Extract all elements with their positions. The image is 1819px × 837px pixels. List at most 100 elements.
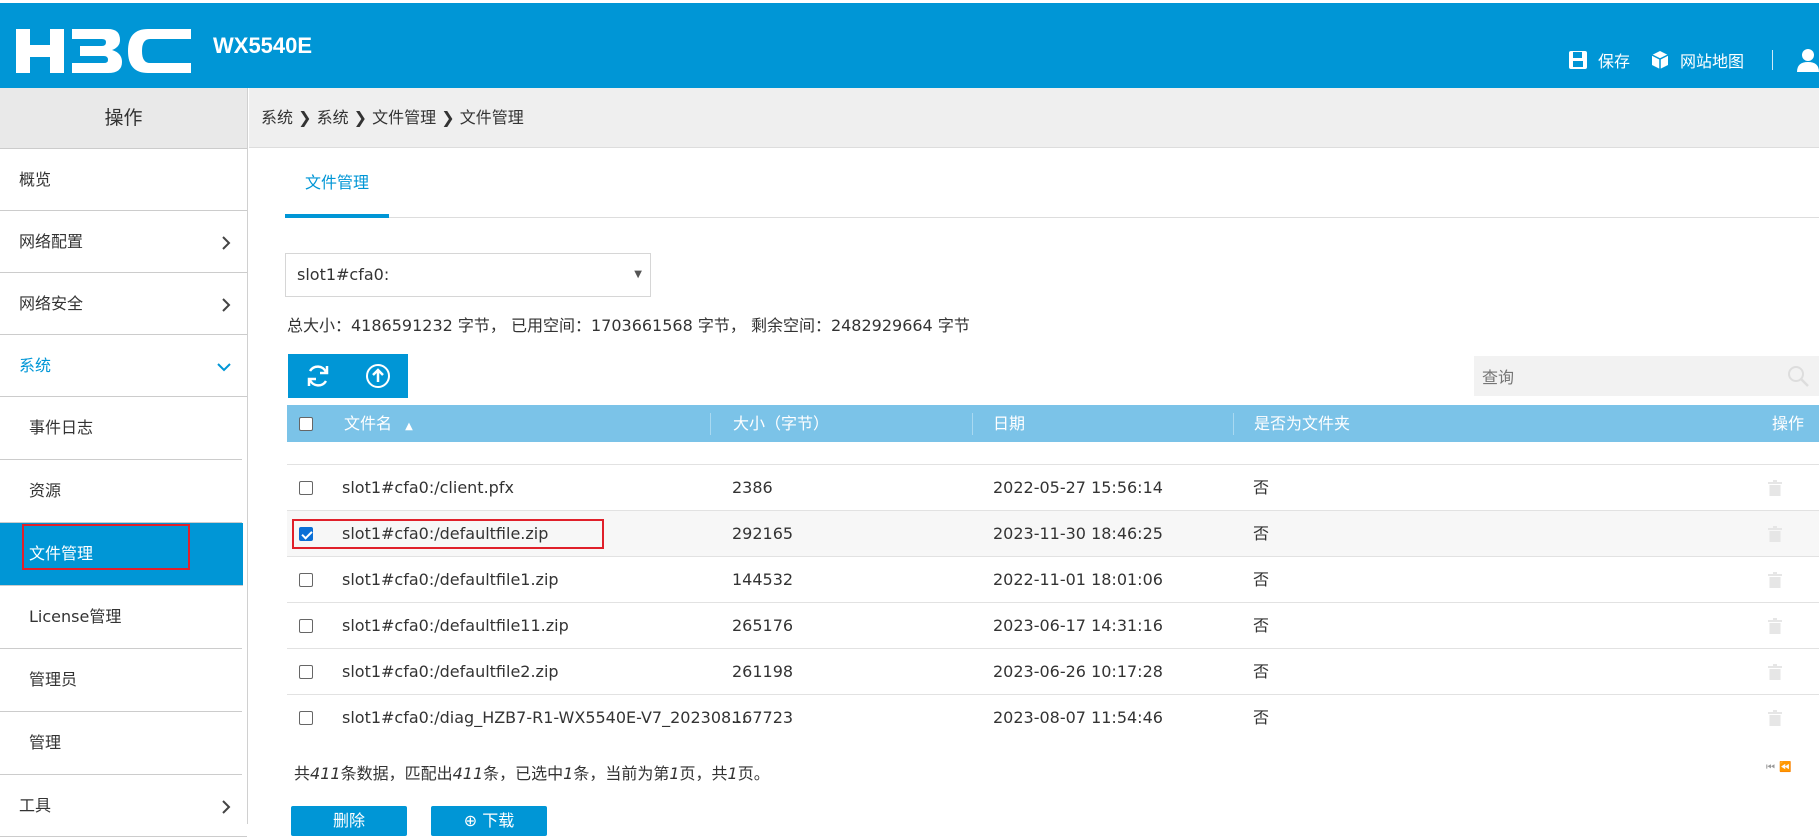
column-divider	[710, 413, 711, 435]
sidebar-item-label: 系统	[19, 356, 52, 375]
top-header: WX5540E 保存 网站地图	[0, 0, 1819, 88]
breadcrumb: 系统 ❯ 系统 ❯ 文件管理 ❯ 文件管理	[249, 88, 1819, 148]
sitemap-label: 网站地图	[1679, 52, 1744, 71]
trash-icon[interactable]	[1768, 572, 1782, 588]
search-icon[interactable]	[1786, 364, 1810, 388]
table-row[interactable]: slot1#cfa0:/defaultfile1.zip 144532 2022…	[287, 557, 1819, 603]
sidebar-item-network-security[interactable]: 网络安全	[0, 273, 247, 335]
column-header-size[interactable]: 大小（字节）	[733, 405, 829, 442]
refresh-icon	[307, 365, 329, 387]
sidebar-subitem-event-log[interactable]: 事件日志	[0, 397, 242, 460]
row-checkbox[interactable]	[299, 619, 313, 633]
file-name: slot1#cfa0:/defaultfile1.zip	[342, 570, 559, 589]
row-checkbox[interactable]	[299, 573, 313, 587]
header-actions: 保存 网站地图	[1568, 45, 1819, 75]
download-button[interactable]: ⊕ 下载	[431, 806, 547, 836]
file-is-folder: 否	[1253, 616, 1270, 635]
sidebar-item-label: 管理员	[29, 670, 78, 689]
chevron-right-icon	[221, 273, 231, 335]
highlight-box	[22, 524, 190, 570]
file-date: 2023-08-07 11:54:46	[993, 708, 1163, 727]
cube-icon	[1651, 51, 1669, 69]
file-is-folder: 否	[1253, 662, 1270, 681]
search-input[interactable]	[1474, 356, 1764, 398]
prev-page-icon[interactable]: ⏪	[1779, 762, 1795, 773]
select-all-checkbox[interactable]	[299, 417, 313, 431]
chevron-right-icon	[221, 211, 231, 273]
file-name: slot1#cfa0:/defaultfile11.zip	[342, 616, 569, 635]
sidebar-subitem-management[interactable]: 管理	[0, 712, 242, 775]
storage-select[interactable]: slot1#cfa0: ▼	[285, 253, 651, 297]
sidebar-item-label: 网络配置	[19, 232, 84, 251]
sidebar-item-tools[interactable]: 工具	[0, 775, 247, 837]
row-checkbox[interactable]	[299, 665, 313, 679]
save-button[interactable]: 保存	[1568, 48, 1630, 72]
file-size: 265176	[732, 616, 794, 635]
row-checkbox[interactable]	[299, 481, 313, 495]
file-is-folder: 否	[1253, 524, 1270, 543]
sidebar-subitem-license[interactable]: License管理	[0, 586, 242, 649]
first-page-icon[interactable]: ⏮	[1766, 762, 1779, 773]
table-body: slot1#cfa0:/client.pfx 2386 2022-05-27 1…	[287, 435, 1819, 739]
device-model: WX5540E	[213, 33, 313, 58]
search-box	[1474, 356, 1819, 398]
table-row[interactable]: slot1#cfa0:/defaultfile.zip 292165 2023-…	[287, 511, 1819, 557]
file-is-folder: 否	[1253, 708, 1270, 727]
upload-button[interactable]	[348, 354, 408, 398]
table-row[interactable]: slot1#cfa0:/defaultfile2.zip 261198 2023…	[287, 649, 1819, 695]
upload-icon	[366, 364, 390, 388]
file-date: 2022-11-01 18:01:06	[993, 570, 1163, 589]
chevron-right-icon	[221, 775, 231, 837]
file-is-folder: 否	[1253, 570, 1270, 589]
column-header-actions: 操作	[1772, 414, 1805, 433]
delete-button[interactable]: 删除	[291, 806, 407, 836]
trash-icon[interactable]	[1768, 664, 1782, 680]
table-row[interactable]: slot1#cfa0:/defaultfile11.zip 265176 202…	[287, 603, 1819, 649]
file-date: 2022-05-27 15:56:14	[993, 478, 1163, 497]
table-header: 文件名 ▲ 大小（字节） 日期 是否为文件夹 操作	[287, 405, 1819, 442]
sidebar-item-label: 概览	[19, 170, 52, 189]
highlight-box	[292, 519, 604, 549]
column-header-date[interactable]: 日期	[993, 405, 1025, 442]
trash-icon[interactable]	[1768, 618, 1782, 634]
file-size: 292165	[732, 524, 794, 543]
download-label: 下载	[482, 811, 515, 830]
trash-icon[interactable]	[1768, 526, 1782, 542]
column-header-is-folder[interactable]: 是否为文件夹	[1254, 405, 1350, 442]
sidebar-item-label: 管理	[29, 733, 62, 752]
pagination: ⏮⏪	[1766, 762, 1795, 773]
sidebar-subitem-administrators[interactable]: 管理员	[0, 649, 242, 712]
sidebar-item-system[interactable]: 系统	[0, 335, 247, 397]
total-pages: 1	[727, 764, 738, 783]
user-icon[interactable]	[1797, 48, 1819, 72]
file-size: 2386	[732, 478, 773, 497]
download-icon: ⊕	[463, 811, 478, 830]
sitemap-button[interactable]: 网站地图	[1650, 48, 1744, 72]
sidebar-item-label: 资源	[29, 481, 62, 500]
file-is-folder: 否	[1253, 478, 1270, 497]
file-date: 2023-06-17 14:31:16	[993, 616, 1163, 635]
toolbar	[288, 354, 408, 398]
sidebar-item-network-config[interactable]: 网络配置	[0, 211, 247, 273]
chevron-down-icon	[217, 335, 231, 397]
column-divider	[1233, 413, 1234, 435]
row-checkbox[interactable]	[299, 711, 313, 725]
sidebar-subitem-resources[interactable]: 资源	[0, 460, 242, 523]
sidebar: 操作 概览 网络配置 网络安全 系统 事件日志 资源 文件管理 License管…	[0, 88, 248, 837]
matched-count: 411	[452, 764, 484, 783]
table-row[interactable]: slot1#cfa0:/client.pfx 2386 2022-05-27 1…	[287, 465, 1819, 511]
header-divider	[1772, 50, 1773, 70]
trash-icon[interactable]	[1768, 710, 1782, 726]
column-header-filename[interactable]: 文件名 ▲	[344, 405, 413, 442]
sidebar-subitem-file-management[interactable]: 文件管理	[0, 523, 243, 586]
total-count: 411	[310, 764, 341, 783]
file-table: 文件名 ▲ 大小（字节） 日期 是否为文件夹 操作 slot1#cfa0:/cl…	[287, 405, 1819, 739]
tab-file-management[interactable]: 文件管理	[285, 148, 389, 218]
save-icon	[1568, 51, 1587, 69]
trash-icon[interactable]	[1768, 480, 1782, 496]
file-size: 261198	[732, 662, 794, 681]
sidebar-item-overview[interactable]: 概览	[0, 149, 247, 211]
refresh-button[interactable]	[288, 354, 348, 398]
table-row[interactable]: slot1#cfa0:/diag_HZB7-R1-WX5540E-V7_2023…	[287, 695, 1819, 739]
dropdown-arrow-icon: ▼	[634, 269, 642, 280]
